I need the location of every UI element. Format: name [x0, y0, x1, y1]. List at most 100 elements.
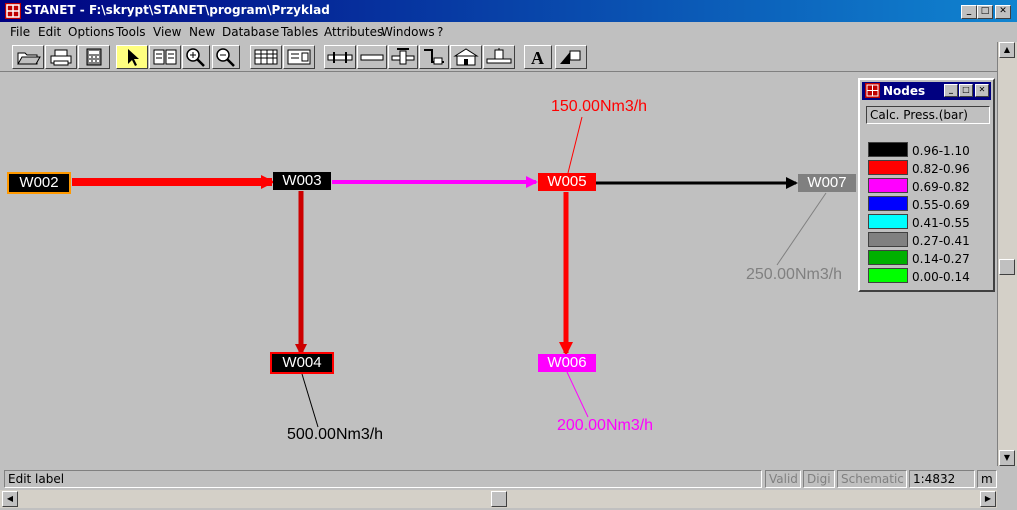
- text-icon: A: [531, 48, 544, 68]
- status-digi: Digi: [803, 470, 835, 488]
- calculator-icon: [86, 48, 102, 66]
- flow-label-w007[interactable]: 250.00Nm3/h: [746, 266, 842, 284]
- nodes-panel-title: Nodes: [883, 84, 926, 98]
- status-scale[interactable]: 1:4832: [909, 470, 975, 488]
- open-icon: [17, 52, 41, 65]
- print-button[interactable]: [45, 45, 77, 69]
- flow-label-w005[interactable]: 150.00Nm3/h: [551, 98, 647, 116]
- legend-swatch: [868, 142, 908, 157]
- network-diagram: [72, 116, 827, 428]
- layout-button[interactable]: [149, 45, 181, 69]
- menu-database[interactable]: Database: [222, 25, 279, 39]
- nodes-legend-panel[interactable]: Nodes _ □ ✕ Calc. Press.(bar) 0.96-1.10 …: [858, 78, 995, 292]
- maximize-icon: □: [980, 6, 990, 16]
- pump-icon: [424, 49, 444, 65]
- layout-icon: [153, 49, 177, 65]
- nodes-panel-maximize-button[interactable]: □: [959, 84, 973, 97]
- legend-swatch: [868, 268, 908, 283]
- legend-swatch: [868, 214, 908, 229]
- calculate-button[interactable]: [78, 45, 110, 69]
- legend-label: 0.00-0.14: [912, 270, 970, 284]
- zoom-in-icon: [186, 48, 205, 67]
- nodes-panel-close-button[interactable]: ✕: [975, 84, 989, 97]
- menu-view[interactable]: View: [153, 25, 181, 39]
- building-icon: [453, 48, 479, 66]
- legend-label: 0.82-0.96: [912, 162, 970, 176]
- node-w002[interactable]: W002: [7, 172, 71, 194]
- maximize-button[interactable]: □: [977, 5, 993, 19]
- leader-w007: [776, 192, 827, 266]
- stanet-app-icon[interactable]: [5, 3, 21, 19]
- arrow-right-icon: ▶: [984, 494, 992, 503]
- building-button[interactable]: [450, 45, 482, 69]
- node-w007[interactable]: W007: [798, 174, 856, 192]
- pipe-button[interactable]: [324, 45, 356, 69]
- pipe-segment-icon: [360, 54, 384, 61]
- menu-file[interactable]: File: [10, 25, 30, 39]
- text-button[interactable]: A: [524, 45, 552, 69]
- nodes-panel-minimize-button[interactable]: _: [944, 84, 958, 97]
- vertical-scrollbar[interactable]: ▲ ▼: [997, 42, 1017, 466]
- node-w004[interactable]: W004: [270, 352, 334, 374]
- leader-w005: [567, 116, 583, 174]
- legend-label: 0.14-0.27: [912, 252, 970, 266]
- station-button[interactable]: [483, 45, 515, 69]
- network-canvas[interactable]: W002 W003 W004 W005 W006 W007 150.00Nm3/…: [0, 72, 997, 466]
- window-title: STANET - F:\skrypt\STANET\program\Przykl…: [24, 3, 330, 17]
- scroll-down-button[interactable]: ▼: [999, 450, 1015, 466]
- table-button[interactable]: [250, 45, 282, 69]
- flow-label-w004[interactable]: 500.00Nm3/h: [287, 426, 383, 444]
- node-w003[interactable]: W003: [273, 172, 331, 190]
- menu-edit[interactable]: Edit: [38, 25, 61, 39]
- legend-swatch: [868, 232, 908, 247]
- menu-options[interactable]: Options: [68, 25, 114, 39]
- form-button[interactable]: [283, 45, 315, 69]
- open-button[interactable]: [12, 45, 44, 69]
- vertical-scroll-thumb[interactable]: [999, 259, 1015, 275]
- pipe-segment-button[interactable]: [357, 45, 387, 69]
- zoom-out-button[interactable]: [212, 45, 240, 69]
- arrow-left-icon: ◀: [6, 494, 14, 503]
- legend-swatch: [868, 160, 908, 175]
- scroll-left-button[interactable]: ◀: [2, 491, 18, 507]
- node-w006[interactable]: W006: [538, 354, 596, 372]
- select-arrow-icon: [128, 49, 139, 66]
- horizontal-scrollbar[interactable]: ◀ ▶: [0, 490, 997, 508]
- status-unit[interactable]: m: [977, 470, 997, 488]
- node-w005[interactable]: W005: [538, 173, 596, 191]
- pipe-icon: [327, 52, 353, 63]
- pump-button[interactable]: [419, 45, 449, 69]
- legend-label: 0.41-0.55: [912, 216, 970, 230]
- scroll-up-button[interactable]: ▲: [999, 42, 1015, 58]
- shape-button[interactable]: [555, 45, 587, 69]
- menu-windows[interactable]: Windows: [381, 25, 435, 39]
- nodes-panel-titlebar[interactable]: Nodes _ □ ✕: [862, 82, 991, 100]
- legend-label: 0.69-0.82: [912, 180, 970, 194]
- legend-swatch: [868, 178, 908, 193]
- valve-icon: [391, 48, 415, 65]
- leader-w006: [566, 371, 589, 418]
- menu-help[interactable]: ?: [437, 25, 443, 39]
- status-schematic: Schematic: [837, 470, 907, 488]
- select-button[interactable]: [116, 45, 148, 69]
- nodes-panel-attribute-header[interactable]: Calc. Press.(bar): [866, 106, 990, 124]
- zoom-out-icon: [216, 48, 235, 67]
- valve-button[interactable]: [388, 45, 418, 69]
- menu-new[interactable]: New: [189, 25, 215, 39]
- minimize-icon: _: [949, 85, 953, 94]
- horizontal-scroll-thumb[interactable]: [491, 491, 507, 507]
- close-button[interactable]: ✕: [995, 5, 1011, 19]
- menu-attributes[interactable]: Attributes: [324, 25, 383, 39]
- status-message: Edit label: [4, 470, 762, 488]
- scroll-right-button[interactable]: ▶: [980, 491, 996, 507]
- menu-tables[interactable]: Tables: [281, 25, 318, 39]
- zoom-in-button[interactable]: [182, 45, 210, 69]
- status-valid: Valid: [765, 470, 801, 488]
- legend-swatch: [868, 196, 908, 211]
- minimize-button[interactable]: _: [961, 5, 977, 19]
- menu-tools[interactable]: Tools: [116, 25, 146, 39]
- menu-bar: File Edit Options Tools View New Databas…: [0, 22, 1017, 42]
- svg-text:A: A: [531, 48, 544, 68]
- close-icon: ✕: [999, 6, 1007, 16]
- flow-label-w006[interactable]: 200.00Nm3/h: [557, 417, 653, 435]
